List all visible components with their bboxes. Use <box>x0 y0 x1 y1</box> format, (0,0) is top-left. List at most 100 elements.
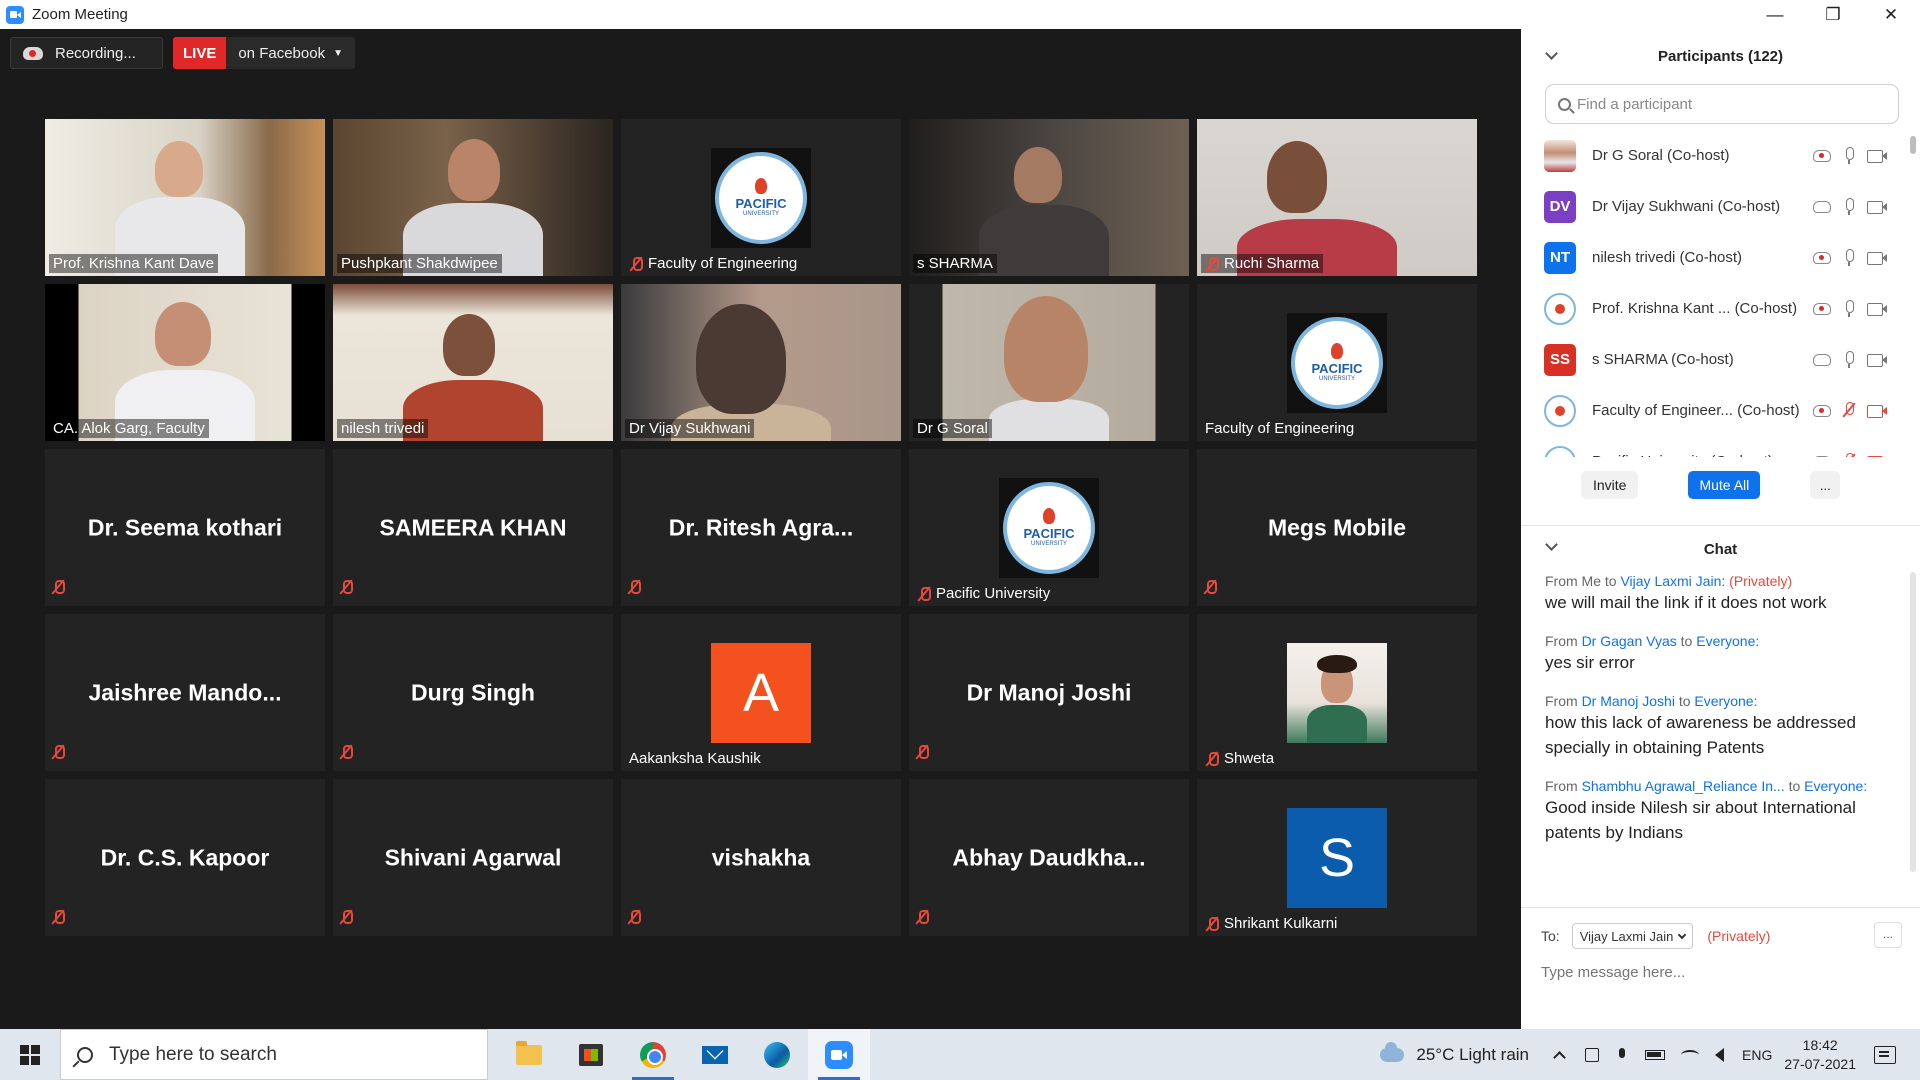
message-text: we will mail the link if it does not wor… <box>1545 593 1827 612</box>
mic-muted-icon[interactable] <box>1843 452 1855 457</box>
participant-tile[interactable]: Abhay Daudkha... <box>909 779 1189 936</box>
live-stream-indicator[interactable]: LIVE on Facebook ▼ <box>173 37 355 69</box>
participant-tile[interactable]: vishakha <box>621 779 901 936</box>
taskbar-zoom[interactable] <box>808 1029 870 1080</box>
mute-all-button[interactable]: Mute All <box>1688 471 1761 499</box>
message-sender[interactable]: Dr Manoj Joshi <box>1582 693 1675 709</box>
participant-tile[interactable]: nilesh trivedi <box>333 284 613 441</box>
recording-indicator[interactable]: Recording... <box>10 37 163 69</box>
participant-tile[interactable]: Jaishree Mando... <box>45 614 325 771</box>
recipient-select[interactable]: Vijay Laxmi Jain <box>1571 923 1694 949</box>
show-hidden-icons[interactable] <box>1553 1048 1569 1064</box>
invite-button[interactable]: Invite <box>1581 471 1639 499</box>
message-recipient[interactable]: Everyone: <box>1694 693 1757 709</box>
participant-list-name: Dr G Soral (Co-host) <box>1592 147 1730 164</box>
participant-tile[interactable]: PACIFIC UNIVERSITY Faculty of Engineerin… <box>621 119 901 276</box>
participant-row[interactable]: Pacific University (Co-host) <box>1521 436 1920 457</box>
restore-button[interactable]: ❐ <box>1804 0 1862 29</box>
camera-icon[interactable] <box>1867 302 1888 316</box>
participant-tile[interactable]: Dr. Seema kothari <box>45 449 325 606</box>
participant-tile[interactable]: s SHARMA <box>909 119 1189 276</box>
participant-tile[interactable]: Dr Vijay Sukhwani <box>621 284 901 441</box>
camera-icon[interactable] <box>1867 353 1888 367</box>
clock[interactable]: 18:42 27-07-2021 <box>1784 1036 1856 1074</box>
start-button[interactable] <box>0 1029 60 1080</box>
participant-tile[interactable]: S Shrikant Kulkarni <box>1197 779 1477 936</box>
chat-scrollbar[interactable] <box>1910 572 1916 897</box>
wifi-icon[interactable] <box>1681 1049 1700 1060</box>
message-recipient[interactable]: Everyone: <box>1696 633 1759 649</box>
participant-tile[interactable]: Dr. Ritesh Agra... <box>621 449 901 606</box>
participant-tile[interactable]: SAMEERA KHAN <box>333 449 613 606</box>
taskbar-file-explorer[interactable] <box>498 1029 560 1080</box>
mic-icon[interactable] <box>1843 197 1855 216</box>
input-language[interactable]: ENG <box>1742 1047 1772 1063</box>
participant-tile[interactable]: Dr. C.S. Kapoor <box>45 779 325 936</box>
message-sender[interactable]: Dr Gagan Vyas <box>1582 633 1677 649</box>
participant-row[interactable]: Prof. Krishna Kant ... (Co-host) <box>1521 283 1920 334</box>
participant-name: Dr Vijay Sukhwani <box>629 420 751 437</box>
participant-tile[interactable]: Shweta <box>1197 614 1477 771</box>
camera-off-icon[interactable] <box>1867 404 1888 418</box>
mic-icon[interactable] <box>1843 146 1855 165</box>
camera-icon[interactable] <box>1867 200 1888 214</box>
participant-name: Ruchi Sharma <box>1224 255 1320 272</box>
participant-row[interactable]: DV Dr Vijay Sukhwani (Co-host) <box>1521 181 1920 232</box>
chat-message-input[interactable] <box>1541 964 1881 981</box>
participant-row[interactable]: Dr G Soral (Co-host) <box>1521 130 1920 181</box>
to-label: To: <box>1541 928 1560 944</box>
participant-tile[interactable]: Prof. Krishna Kant Dave <box>45 119 325 276</box>
collapse-chevron-icon[interactable] <box>1545 538 1558 551</box>
participant-tile[interactable]: Dr Manoj Joshi <box>909 614 1189 771</box>
participant-name: Dr G Soral <box>917 420 988 437</box>
participant-row[interactable]: SS s SHARMA (Co-host) <box>1521 334 1920 385</box>
participant-name-label: s SHARMA <box>913 254 997 273</box>
participant-tile[interactable]: PACIFIC UNIVERSITY Pacific University <box>909 449 1189 606</box>
close-button[interactable]: ✕ <box>1862 0 1920 29</box>
camera-icon[interactable] <box>1867 251 1888 265</box>
avatar: DV <box>1544 190 1576 223</box>
taskbar-chrome[interactable] <box>622 1029 684 1080</box>
notification-icon[interactable] <box>1874 1045 1896 1064</box>
camera-icon[interactable] <box>1867 149 1888 163</box>
zoom-app-icon <box>6 5 24 24</box>
chat-more-button[interactable]: ... <box>1874 922 1902 948</box>
taskbar-search[interactable]: Type here to search <box>60 1029 488 1080</box>
participant-search-placeholder: Find a participant <box>1577 95 1693 113</box>
mic-icon[interactable] <box>1843 350 1855 369</box>
participant-tile[interactable]: Dr G Soral <box>909 284 1189 441</box>
weather-widget[interactable]: 25°C Light rain <box>1380 1041 1529 1065</box>
video-feed <box>45 119 325 276</box>
participant-tile[interactable]: Ruchi Sharma <box>1197 119 1477 276</box>
message-sender[interactable]: Vijay Laxmi Jain: <box>1620 573 1725 589</box>
participant-tile[interactable]: CA. Alok Garg, Faculty <box>45 284 325 441</box>
mic-muted-icon[interactable] <box>1843 401 1855 420</box>
participant-search[interactable]: Find a participant <box>1545 84 1899 124</box>
participant-tile[interactable]: Shivani Agarwal <box>333 779 613 936</box>
participant-tile[interactable]: A Aakanksha Kaushik <box>621 614 901 771</box>
microphone-icon[interactable] <box>1615 1047 1629 1062</box>
message-sender[interactable]: Shambhu Agrawal_Reliance In... <box>1582 778 1785 794</box>
participant-tile[interactable]: Megs Mobile <box>1197 449 1477 606</box>
mic-icon[interactable] <box>1843 299 1855 318</box>
volume-icon[interactable] <box>1715 1047 1725 1062</box>
camera-off-icon[interactable] <box>1867 455 1888 457</box>
taskbar-edge[interactable] <box>746 1029 808 1080</box>
network-device-icon[interactable] <box>1585 1047 1600 1062</box>
collapse-chevron-icon[interactable] <box>1545 47 1558 60</box>
battery-icon[interactable] <box>1645 1049 1666 1060</box>
taskbar-store[interactable] <box>560 1029 622 1080</box>
participant-tile[interactable]: PACIFIC UNIVERSITY Faculty of Engineerin… <box>1197 284 1477 441</box>
participant-status-icons <box>1813 452 1888 457</box>
message-recipient[interactable]: Everyone: <box>1804 778 1867 794</box>
mic-icon[interactable] <box>1843 248 1855 267</box>
participant-tile[interactable]: Durg Singh <box>333 614 613 771</box>
participant-tile[interactable]: Pushpkant Shakdwipee <box>333 119 613 276</box>
participant-row[interactable]: Faculty of Engineer... (Co-host) <box>1521 385 1920 436</box>
live-destination[interactable]: on Facebook ▼ <box>226 37 355 69</box>
avatar-photo <box>1544 139 1576 172</box>
taskbar-mail[interactable] <box>684 1029 746 1080</box>
participant-row[interactable]: NT nilesh trivedi (Co-host) <box>1521 232 1920 283</box>
more-options-button[interactable]: ... <box>1810 471 1841 499</box>
minimize-button[interactable]: — <box>1746 0 1804 29</box>
